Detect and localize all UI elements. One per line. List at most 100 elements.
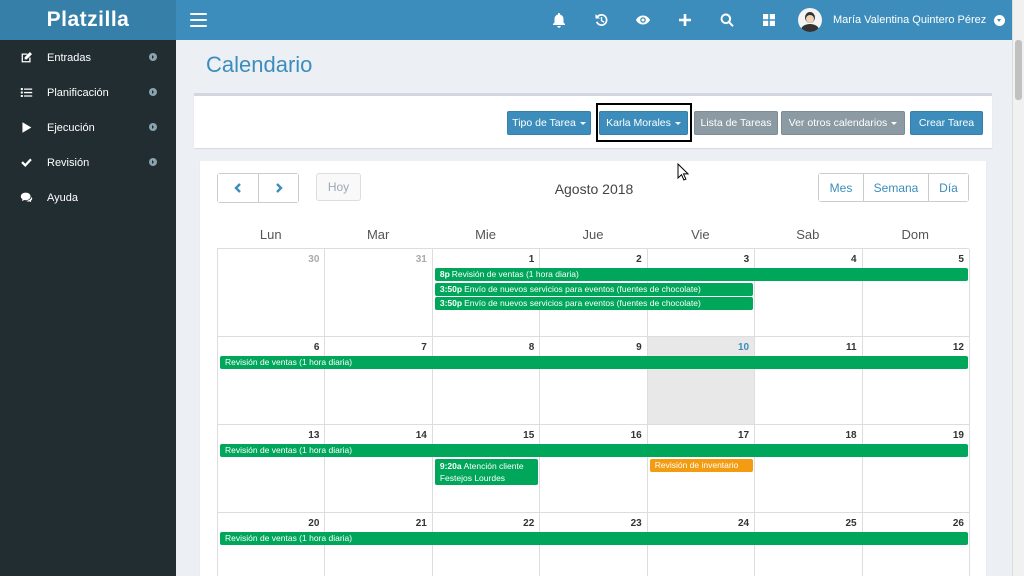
chevron-down-icon <box>994 14 1006 26</box>
history-icon[interactable] <box>580 0 622 40</box>
calendar-day-cell[interactable]: 30 <box>218 249 326 337</box>
list-icon <box>19 86 33 100</box>
day-number: 16 <box>630 430 642 441</box>
view-day-button[interactable]: Día <box>928 174 968 201</box>
calendar-event[interactable]: Revisión de inventario <box>649 458 754 472</box>
calendar-day-cell[interactable]: 6 <box>218 337 326 425</box>
dow-label: Jue <box>582 227 604 242</box>
edit-icon <box>19 51 33 65</box>
search-icon[interactable] <box>706 0 748 40</box>
calendar-day-cell[interactable]: 31 <box>325 249 433 337</box>
grid-icon[interactable] <box>748 0 790 40</box>
app-logo[interactable]: Platzilla <box>0 0 176 40</box>
calendar-event[interactable]: Revisión de ventas (1 hora diaria) <box>220 444 968 457</box>
user-name: María Valentina Quintero Pérez <box>833 14 987 26</box>
day-number: 31 <box>415 254 427 265</box>
caret-down-icon <box>579 121 586 125</box>
view-month-button[interactable]: Mes <box>819 174 863 201</box>
calendar-panel: Hoy Agosto 2018 Mes Semana Día Lun Mar M… <box>200 161 986 576</box>
bell-icon[interactable] <box>538 0 580 40</box>
calendar-day-cell[interactable]: 10 <box>647 337 756 425</box>
dow-label: Sab <box>796 227 820 242</box>
calendar-week-row: 6 7 8 9 10 11 12 <box>218 337 970 425</box>
day-number: 3 <box>743 254 750 265</box>
calendar-event[interactable]: 9:20a Atención cliente Festejos Lourdes <box>434 458 539 485</box>
day-of-week-header: Lun Mar Mie Jue Vie Sab Dom <box>217 227 969 247</box>
day-number: 24 <box>738 518 750 529</box>
day-number: 18 <box>845 430 857 441</box>
sidebar-item-ayuda[interactable]: Ayuda <box>0 180 176 215</box>
calendar-day-cell[interactable]: 7 <box>325 337 433 425</box>
scrollbar-thumb[interactable] <box>1015 40 1022 100</box>
calendar-nav <box>217 173 299 203</box>
user-menu[interactable]: María Valentina Quintero Pérez <box>798 0 1006 40</box>
menu-toggle-icon[interactable] <box>190 13 207 27</box>
mouse-cursor-icon <box>677 163 689 181</box>
event-time: 8p <box>439 269 450 279</box>
task-list-label: Lista de Tareas <box>700 117 772 129</box>
calendar-event[interactable]: 8p Revisión de ventas (1 hora diaria) <box>434 268 968 281</box>
create-task-button[interactable]: Crear Tarea <box>910 111 983 135</box>
calendar-day-cell[interactable]: 11 <box>755 337 863 425</box>
check-icon <box>19 156 33 170</box>
calendar-grid: 30 31 1 2 3 4 5 6 7 8 9 10 11 12 13 14 15 16 17 18 19 20 21 22 2… <box>217 248 970 576</box>
prev-month-button[interactable] <box>218 174 258 202</box>
highlight-frame <box>596 103 692 142</box>
calendar-toolbar: Tipo de Tarea Karla Morales Lista de Tar… <box>194 93 992 148</box>
task-type-label: Tipo de Tarea <box>512 117 576 129</box>
day-number: 14 <box>415 430 427 441</box>
avatar <box>798 8 822 32</box>
day-number: 19 <box>952 430 964 441</box>
calendar-day-cell[interactable]: 16 <box>540 425 648 513</box>
day-number: 2 <box>636 254 642 265</box>
calendar-event[interactable]: Revisión de ventas (1 hora diaria) <box>220 356 968 369</box>
task-list-button[interactable]: Lista de Tareas <box>694 111 778 135</box>
plus-icon[interactable] <box>664 0 706 40</box>
calendar-event[interactable]: 3:50p Envío de nuevos servicios para even… <box>434 297 754 310</box>
chevron-right-icon <box>149 53 157 61</box>
day-number: 12 <box>952 342 964 353</box>
sidebar-item-label: Ayuda <box>47 191 78 204</box>
sidebar-item-ejecucion[interactable]: Ejecución <box>0 110 176 145</box>
day-number: 10 <box>738 342 750 353</box>
calendar-day-cell[interactable]: 13 <box>218 425 326 513</box>
day-number: 15 <box>523 430 535 441</box>
sidebar-item-label: Ejecución <box>47 121 95 134</box>
day-number: 20 <box>308 518 320 529</box>
day-number: 8 <box>528 342 535 353</box>
eye-icon[interactable] <box>622 0 664 40</box>
sidebar: Entradas Planificación Ejecución Revisió… <box>0 40 176 576</box>
calendar-day-cell[interactable]: 19 <box>862 425 970 513</box>
sidebar-item-planificacion[interactable]: Planificación <box>0 75 176 110</box>
view-week-button[interactable]: Semana <box>863 174 928 201</box>
event-title: Revisión de ventas (1 hora diaria) <box>451 269 579 279</box>
calendar-event[interactable]: 3:50p Envío de nuevos servicios para even… <box>434 282 754 296</box>
page-scrollbar[interactable] <box>1012 0 1024 576</box>
event-title: Envío de nuevos servicios para eventos (… <box>464 283 701 294</box>
calendar-day-cell[interactable]: 9 <box>540 337 648 425</box>
calendar-event[interactable]: Revisión de ventas (1 hora diaria) <box>220 532 968 545</box>
month-title: Agosto 2018 <box>554 181 634 197</box>
other-calendars-dropdown[interactable]: Ver otros calendarios <box>781 111 905 135</box>
event-title: Revisión de ventas (1 hora diaria) <box>225 533 353 543</box>
calendar-day-cell[interactable]: 4 <box>755 249 863 337</box>
calendar-day-cell[interactable]: 5 <box>862 249 970 337</box>
dow-label: Dom <box>901 227 929 242</box>
day-number: 9 <box>636 342 642 353</box>
chevron-right-icon <box>275 183 283 193</box>
sidebar-item-label: Revisión <box>47 156 90 169</box>
today-button[interactable]: Hoy <box>316 173 361 201</box>
dow-label: Mar <box>366 227 390 242</box>
calendar-day-cell[interactable]: 14 <box>325 425 433 513</box>
calendar-day-cell[interactable]: 8 <box>432 337 541 425</box>
calendar-day-cell[interactable]: 18 <box>755 425 863 513</box>
sidebar-item-revision[interactable]: Revisión <box>0 145 176 180</box>
view-switcher: Mes Semana Día <box>818 173 969 202</box>
day-number: 25 <box>845 518 857 529</box>
top-icon-bar <box>538 0 790 40</box>
next-month-button[interactable] <box>258 174 298 202</box>
calendar-day-cell[interactable]: 12 <box>862 337 970 425</box>
task-type-dropdown[interactable]: Tipo de Tarea <box>507 111 591 135</box>
sidebar-item-entradas[interactable]: Entradas <box>0 40 176 75</box>
sidebar-item-label: Entradas <box>47 51 92 64</box>
